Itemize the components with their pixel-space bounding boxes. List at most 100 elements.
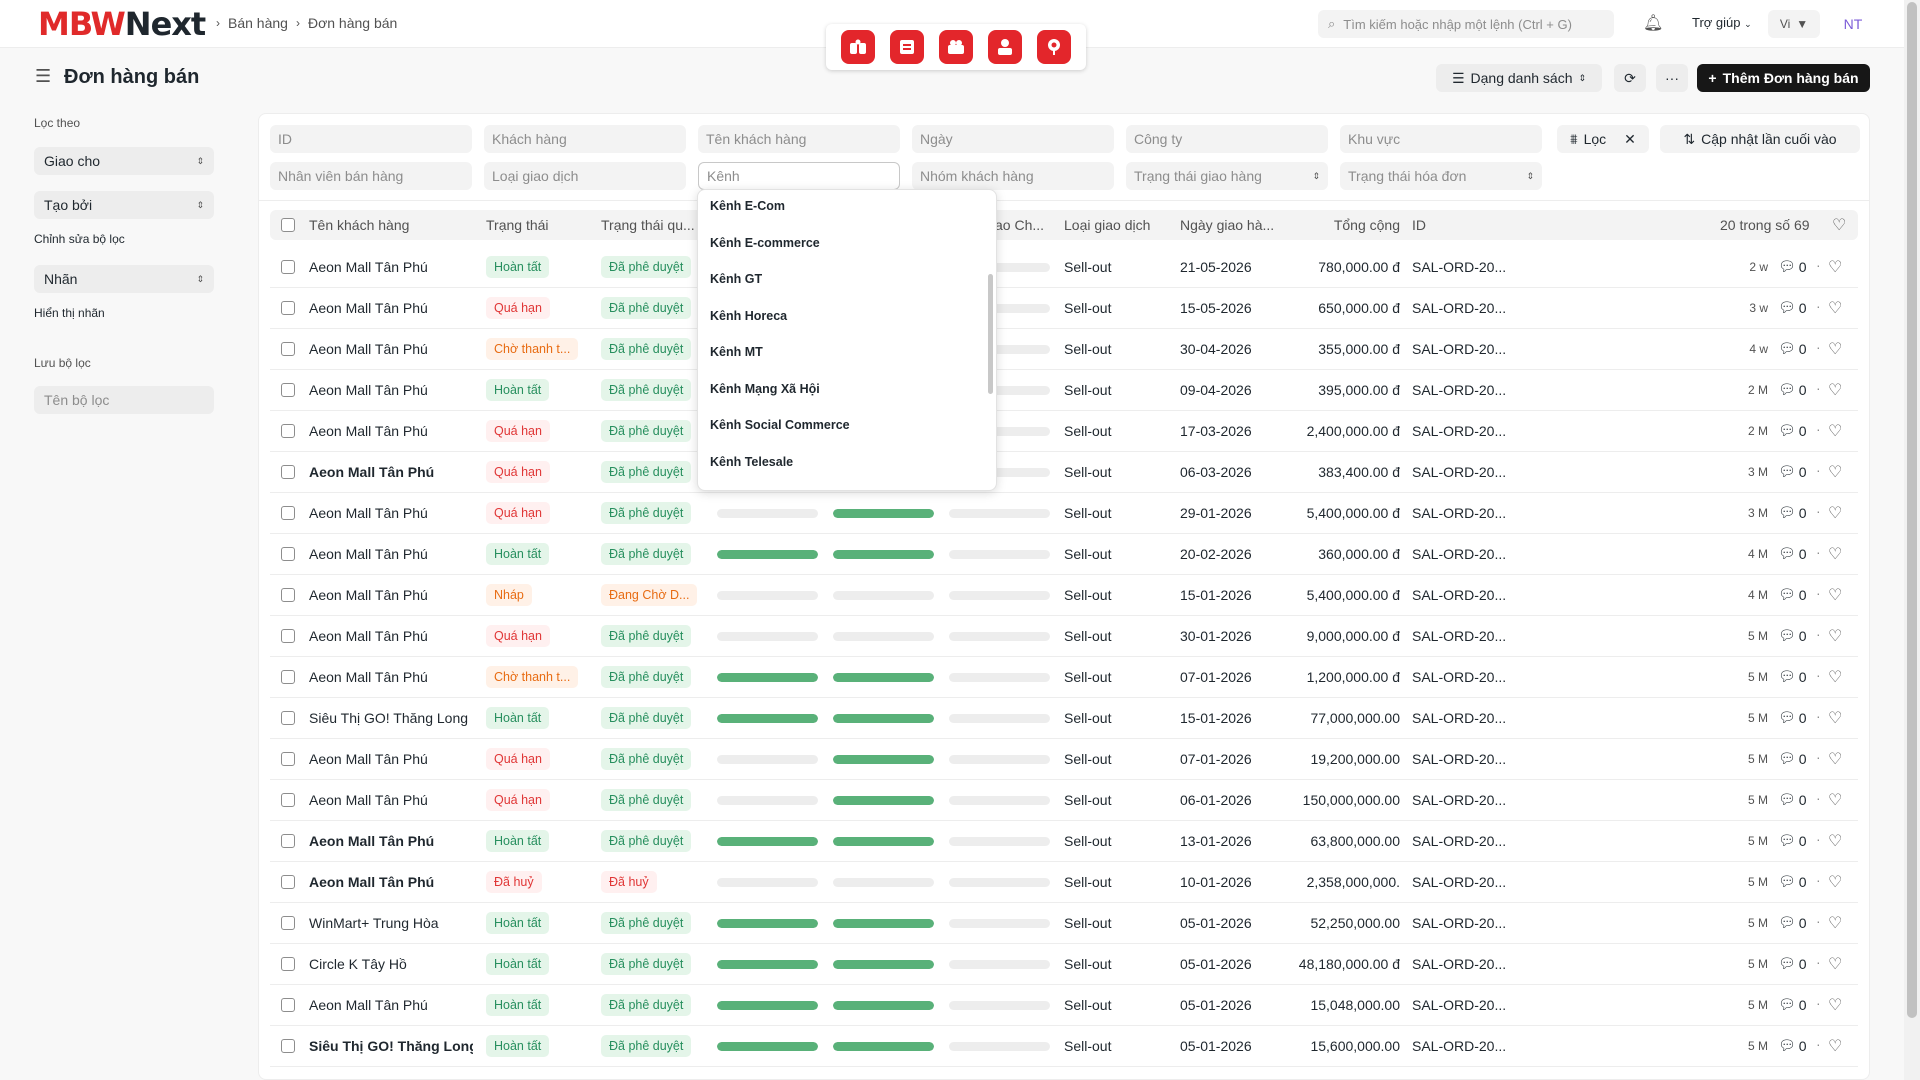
order-id[interactable]: SAL-ORD-20...: [1412, 587, 1506, 603]
order-id[interactable]: SAL-ORD-20...: [1412, 464, 1506, 480]
close-icon[interactable]: ✕: [1624, 131, 1636, 148]
customer-name[interactable]: Circle K Tây Hồ: [309, 956, 473, 972]
heart-icon[interactable]: ♡: [1828, 667, 1842, 687]
filter-channel[interactable]: Kênh: [698, 162, 900, 190]
app-icon-2[interactable]: [890, 30, 925, 64]
customer-name[interactable]: Aeon Mall Tân Phú: [309, 341, 473, 357]
table-row[interactable]: Aeon Mall Tân Phú Hoàn tất Đã phê duyệt Sel…: [270, 985, 1858, 1026]
heart-icon[interactable]: ♡: [1828, 790, 1842, 810]
comment-count[interactable]: 💬︎ 0: [1778, 914, 1807, 931]
customer-name[interactable]: Aeon Mall Tân Phú: [309, 669, 473, 685]
tags-select[interactable]: Nhãn ⇕: [34, 265, 214, 293]
row-checkbox[interactable]: [281, 875, 295, 889]
customer-name[interactable]: Siêu Thị GO! Thăng Long: [309, 710, 473, 726]
comment-count[interactable]: 💬︎ 0: [1778, 1037, 1807, 1054]
filter-billing-status[interactable]: Trạng thái hóa đơn ⇕: [1340, 162, 1542, 190]
comment-count[interactable]: 💬︎ 0: [1778, 750, 1807, 767]
row-checkbox[interactable]: [281, 629, 295, 643]
table-row[interactable]: Aeon Mall Tân Phú Quá hạn Đã phê duyệt Sell…: [270, 411, 1858, 452]
filter-delivery-status[interactable]: Trạng thái giao hàng ⇕: [1126, 162, 1328, 190]
row-checkbox[interactable]: [281, 711, 295, 725]
row-checkbox[interactable]: [281, 1039, 295, 1053]
heart-icon[interactable]: ♡: [1828, 708, 1842, 728]
table-row[interactable]: Aeon Mall Tân Phú Nháp Đang Chờ D... Sell-o…: [270, 575, 1858, 616]
order-id[interactable]: SAL-ORD-20...: [1412, 669, 1506, 685]
heart-icon[interactable]: ♡: [1828, 831, 1842, 851]
customer-name[interactable]: Aeon Mall Tân Phú: [309, 587, 473, 603]
avatar[interactable]: NT: [1838, 10, 1868, 38]
order-id[interactable]: SAL-ORD-20...: [1412, 792, 1506, 808]
comment-count[interactable]: 💬︎ 0: [1778, 791, 1807, 808]
order-id[interactable]: SAL-ORD-20...: [1412, 382, 1506, 398]
order-id[interactable]: SAL-ORD-20...: [1412, 341, 1506, 357]
language-selector[interactable]: Vi ▼: [1768, 10, 1820, 38]
table-row[interactable]: WinMart+ Trung Hòa Hoàn tất Đã phê duyệt Se…: [270, 903, 1858, 944]
table-row[interactable]: Aeon Mall Tân Phú Quá hạn Đã phê duyệt Sell…: [270, 739, 1858, 780]
heart-icon[interactable]: ♡: [1828, 913, 1842, 933]
comment-count[interactable]: 💬︎ 0: [1778, 545, 1807, 562]
app-logo[interactable]: MBW Next: [38, 4, 206, 44]
table-row[interactable]: Aeon Mall Tân Phú Quá hạn Đã phê duyệt Sell…: [270, 616, 1858, 657]
row-checkbox[interactable]: [281, 588, 295, 602]
heart-icon[interactable]: ♡: [1828, 585, 1842, 605]
order-id[interactable]: SAL-ORD-20...: [1412, 915, 1506, 931]
comment-count[interactable]: 💬︎ 0: [1778, 422, 1807, 439]
order-id[interactable]: SAL-ORD-20...: [1412, 710, 1506, 726]
channel-option[interactable]: Kênh E-commerce: [710, 236, 820, 250]
row-checkbox[interactable]: [281, 957, 295, 971]
order-id[interactable]: SAL-ORD-20...: [1412, 874, 1506, 890]
channel-option[interactable]: Kênh Telesale: [710, 455, 793, 469]
col-delivery-date[interactable]: Ngày giao hà...: [1180, 217, 1290, 233]
refresh-button[interactable]: ⟳: [1614, 64, 1646, 92]
customer-name[interactable]: WinMart+ Trung Hòa: [309, 915, 473, 931]
filter-id[interactable]: ID: [270, 125, 472, 153]
app-icon-3[interactable]: [938, 30, 973, 64]
heart-icon[interactable]: ♡: [1828, 421, 1842, 441]
customer-name[interactable]: Aeon Mall Tân Phú: [309, 546, 473, 562]
channel-option[interactable]: Kênh GT: [710, 272, 762, 286]
filter-sales-person[interactable]: Nhân viên bán hàng: [270, 162, 472, 190]
table-row[interactable]: Aeon Mall Tân Phú Quá hạn Đã phê duyệt Sell…: [270, 288, 1858, 329]
assigned-to-select[interactable]: Giao cho ⇕: [34, 147, 214, 175]
comment-count[interactable]: 💬︎ 0: [1778, 381, 1807, 398]
table-row[interactable]: Siêu Thị GO! Thăng Long Hoàn tất Đã phê du…: [270, 698, 1858, 739]
table-row[interactable]: Siêu Thị GO! Thăng Long Hoàn tất Đã phê du…: [270, 1026, 1858, 1067]
col-delivery[interactable]: ao Ch...: [995, 217, 1055, 233]
table-row[interactable]: Aeon Mall Tân Phú Hoàn tất Đã phê duyệt Sel…: [270, 534, 1858, 575]
heart-icon[interactable]: ♡: [1828, 995, 1842, 1015]
comment-count[interactable]: 💬︎ 0: [1778, 668, 1807, 685]
help-menu[interactable]: Trợ giúp ⌄: [1692, 15, 1752, 30]
filter-transaction-type[interactable]: Loại giao dịch: [484, 162, 686, 190]
customer-name[interactable]: Aeon Mall Tân Phú: [309, 505, 473, 521]
dropdown-scrollbar[interactable]: [988, 274, 993, 394]
filter-company[interactable]: Công ty: [1126, 125, 1328, 153]
heart-icon[interactable]: ♡: [1828, 503, 1842, 523]
comment-count[interactable]: 💬︎ 0: [1778, 873, 1807, 890]
customer-name[interactable]: Aeon Mall Tân Phú: [309, 833, 473, 849]
row-checkbox[interactable]: [281, 670, 295, 684]
select-all-checkbox[interactable]: [281, 218, 295, 232]
heart-icon[interactable]: ♡: [1828, 339, 1842, 359]
row-checkbox[interactable]: [281, 834, 295, 848]
customer-name[interactable]: Siêu Thị GO! Thăng Long: [309, 1038, 473, 1054]
hamburger-icon[interactable]: ☰: [35, 66, 51, 87]
channel-option[interactable]: Kênh MT: [710, 345, 763, 359]
customer-name[interactable]: Aeon Mall Tân Phú: [309, 382, 473, 398]
heart-icon[interactable]: ♡: [1828, 954, 1842, 974]
comment-count[interactable]: 💬︎ 0: [1778, 463, 1807, 480]
breadcrumb-sales[interactable]: Bán hàng: [228, 15, 288, 31]
comment-count[interactable]: 💬︎ 0: [1778, 709, 1807, 726]
comment-count[interactable]: 💬︎ 0: [1778, 627, 1807, 644]
col-customer-name[interactable]: Tên khách hàng: [309, 217, 469, 233]
heart-icon[interactable]: ♡: [1828, 544, 1842, 564]
filter-customer-name[interactable]: Tên khách hàng: [698, 125, 900, 153]
customer-name[interactable]: Aeon Mall Tân Phú: [309, 997, 473, 1013]
comment-count[interactable]: 💬︎ 0: [1778, 340, 1807, 357]
heart-icon[interactable]: ♡: [1828, 257, 1842, 277]
comment-count[interactable]: 💬︎ 0: [1778, 258, 1807, 275]
channel-option[interactable]: Kênh Horeca: [710, 309, 787, 323]
add-sales-order-button[interactable]: + Thêm Đơn hàng bán: [1697, 64, 1870, 92]
col-status[interactable]: Trạng thái: [486, 217, 586, 233]
customer-name[interactable]: Aeon Mall Tân Phú: [309, 874, 473, 890]
channel-option[interactable]: Kênh Social Commerce: [710, 418, 850, 432]
